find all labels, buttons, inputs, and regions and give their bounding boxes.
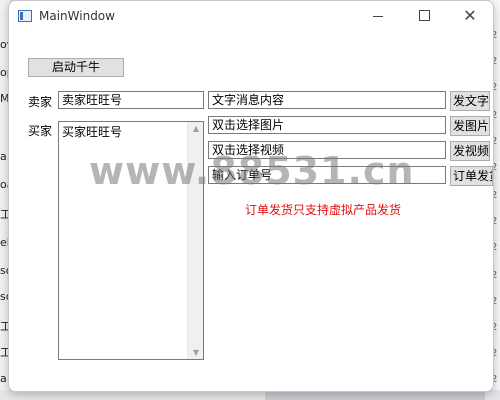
scroll-down-icon[interactable]: ▼ (188, 348, 203, 357)
order-number-input[interactable]: 输入订单号 (208, 166, 446, 184)
minimize-icon (373, 16, 383, 17)
choose-video-input[interactable]: 双击选择视频 (208, 141, 446, 159)
launch-qianniu-button[interactable]: 启动千牛 (28, 58, 124, 77)
buyer-label: 买家 (28, 124, 53, 138)
close-button[interactable]: ✕ (447, 1, 493, 33)
buyer-textarea-scrollbar[interactable]: ▲ ▼ (187, 122, 203, 359)
send-text-button[interactable]: 发文字 (450, 91, 490, 111)
main-window: MainWindow ✕ 启动千牛 卖家 卖家旺旺号 买家 买家旺旺号 ▲ ▼ … (8, 0, 494, 392)
title-bar[interactable]: MainWindow ✕ (9, 1, 493, 33)
background-text-fragment: a (0, 372, 7, 385)
close-icon: ✕ (463, 6, 477, 25)
seller-id-input[interactable]: 卖家旺旺号 (58, 91, 204, 109)
seller-label: 卖家 (28, 95, 53, 109)
ship-order-button[interactable]: 订单发货 (450, 166, 493, 186)
maximize-icon (418, 10, 430, 21)
scroll-up-icon[interactable]: ▲ (188, 124, 203, 133)
virtual-shipping-notice: 订单发货只支持虚拟产品发货 (245, 203, 402, 217)
choose-image-input[interactable]: 双击选择图片 (208, 116, 446, 134)
app-window-icon (18, 10, 32, 22)
window-client-area: 启动千牛 卖家 卖家旺旺号 买家 买家旺旺号 ▲ ▼ 文字消息内容 发文字 双击… (9, 33, 493, 391)
buyer-id-textarea[interactable]: 买家旺旺号 ▲ ▼ (58, 121, 204, 360)
send-image-button[interactable]: 发图片 (450, 116, 490, 136)
maximize-button[interactable] (401, 1, 447, 33)
minimize-button[interactable] (355, 1, 401, 33)
send-video-button[interactable]: 发视频 (450, 141, 490, 161)
text-message-input[interactable]: 文字消息内容 (208, 91, 446, 109)
buyer-id-text: 买家旺旺号 (62, 125, 123, 139)
background-text-fragment: a (0, 150, 7, 163)
window-title: MainWindow (39, 9, 115, 23)
